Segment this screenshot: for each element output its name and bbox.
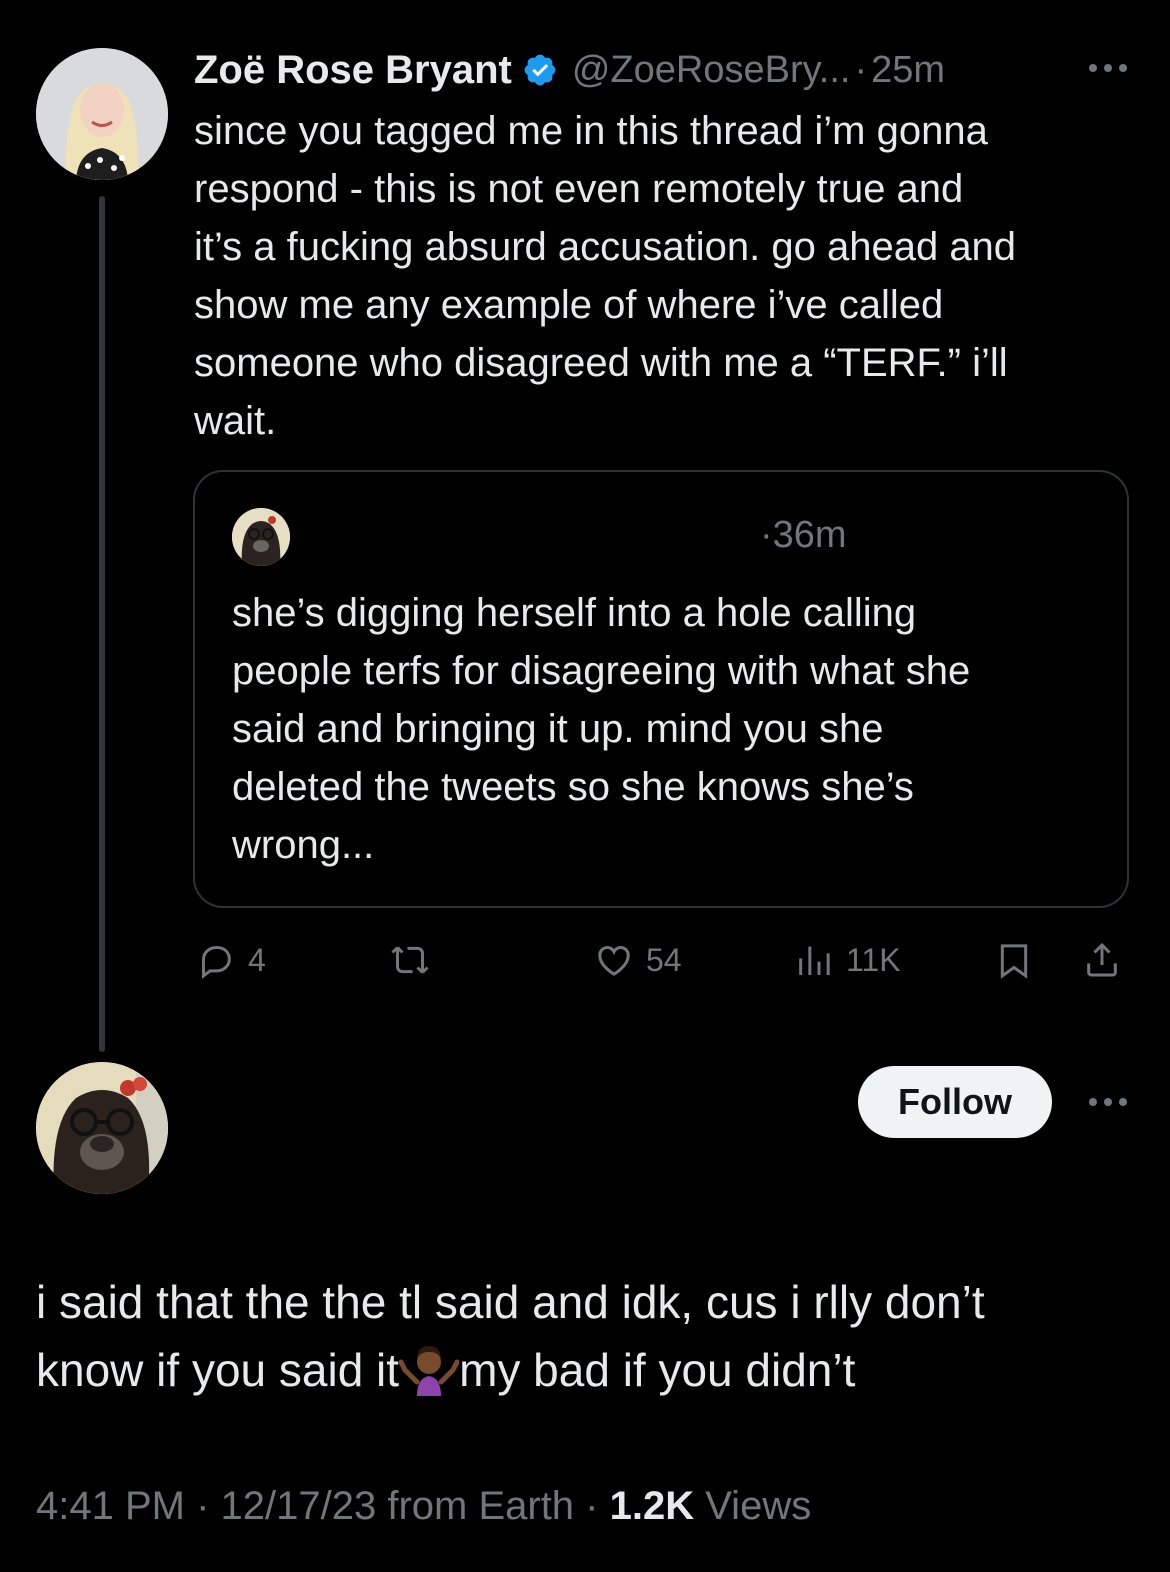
author-name[interactable]: Zoë Rose Bryant (194, 48, 512, 93)
meta-views-count[interactable]: 1.2K (610, 1484, 695, 1528)
author-handle[interactable]: @ZoeRoseBry... (572, 49, 851, 92)
bookmark-icon (1000, 944, 1028, 979)
avatar[interactable] (36, 1062, 168, 1194)
quoted-post-timestamp: ·36m (760, 514, 847, 556)
avatar-zoe-image (36, 48, 168, 180)
quoted-tweet-text: she’s digging herself into a hole callin… (232, 591, 971, 867)
reply-text-part-2: my bad if you didn’t (459, 1344, 856, 1396)
share-button[interactable] (1082, 938, 1122, 982)
meta-separator: · (184, 1484, 221, 1528)
meta-views-label: Views (694, 1484, 812, 1528)
reply-icon (201, 945, 231, 979)
person-shrugging-emoji-icon (398, 1340, 460, 1396)
views-chart-icon (799, 946, 830, 975)
quoted-author-avatar (232, 508, 290, 566)
dog-avatar-image (232, 508, 290, 566)
meta-date[interactable]: 12/17/23 (221, 1484, 377, 1528)
reply-count: 4 (248, 941, 266, 978)
tweet-meta: 4:41 PM · 12/17/23 from Earth · 1.2K Vie… (36, 1484, 811, 1529)
thread-connector-line (99, 196, 105, 1052)
meta-separator: · (574, 1484, 610, 1528)
follow-button[interactable]: Follow (858, 1066, 1052, 1138)
reply-button[interactable]: 4 (196, 938, 266, 982)
tweet-text: since you tagged me in this thread i’m g… (194, 109, 1017, 443)
like-button[interactable]: 54 (594, 938, 682, 982)
meta-time[interactable]: 4:41 PM (36, 1484, 185, 1528)
avatar[interactable] (36, 48, 168, 180)
verified-badge-icon (522, 52, 558, 88)
more-options-icon[interactable] (1086, 1090, 1130, 1114)
repost-icon (391, 946, 429, 974)
bookmark-button[interactable] (994, 938, 1034, 982)
meta-source: from Earth (376, 1484, 575, 1528)
views-button[interactable]: 11K (794, 938, 901, 982)
heart-icon (598, 946, 630, 976)
more-options-icon[interactable] (1086, 56, 1130, 80)
reply-tweet-text: i said that the the tl said and idk, cus… (36, 1268, 1136, 1404)
like-count: 54 (646, 941, 682, 978)
repost-button[interactable] (390, 938, 430, 982)
dog-avatar-image (36, 1062, 168, 1194)
separator: · (854, 48, 868, 91)
post-timestamp[interactable]: 25m (871, 49, 945, 92)
share-icon (1087, 942, 1117, 977)
views-count: 11K (846, 941, 901, 978)
tweet-header: Zoë Rose Bryant @ZoeRoseBry... · 25m (194, 42, 945, 98)
